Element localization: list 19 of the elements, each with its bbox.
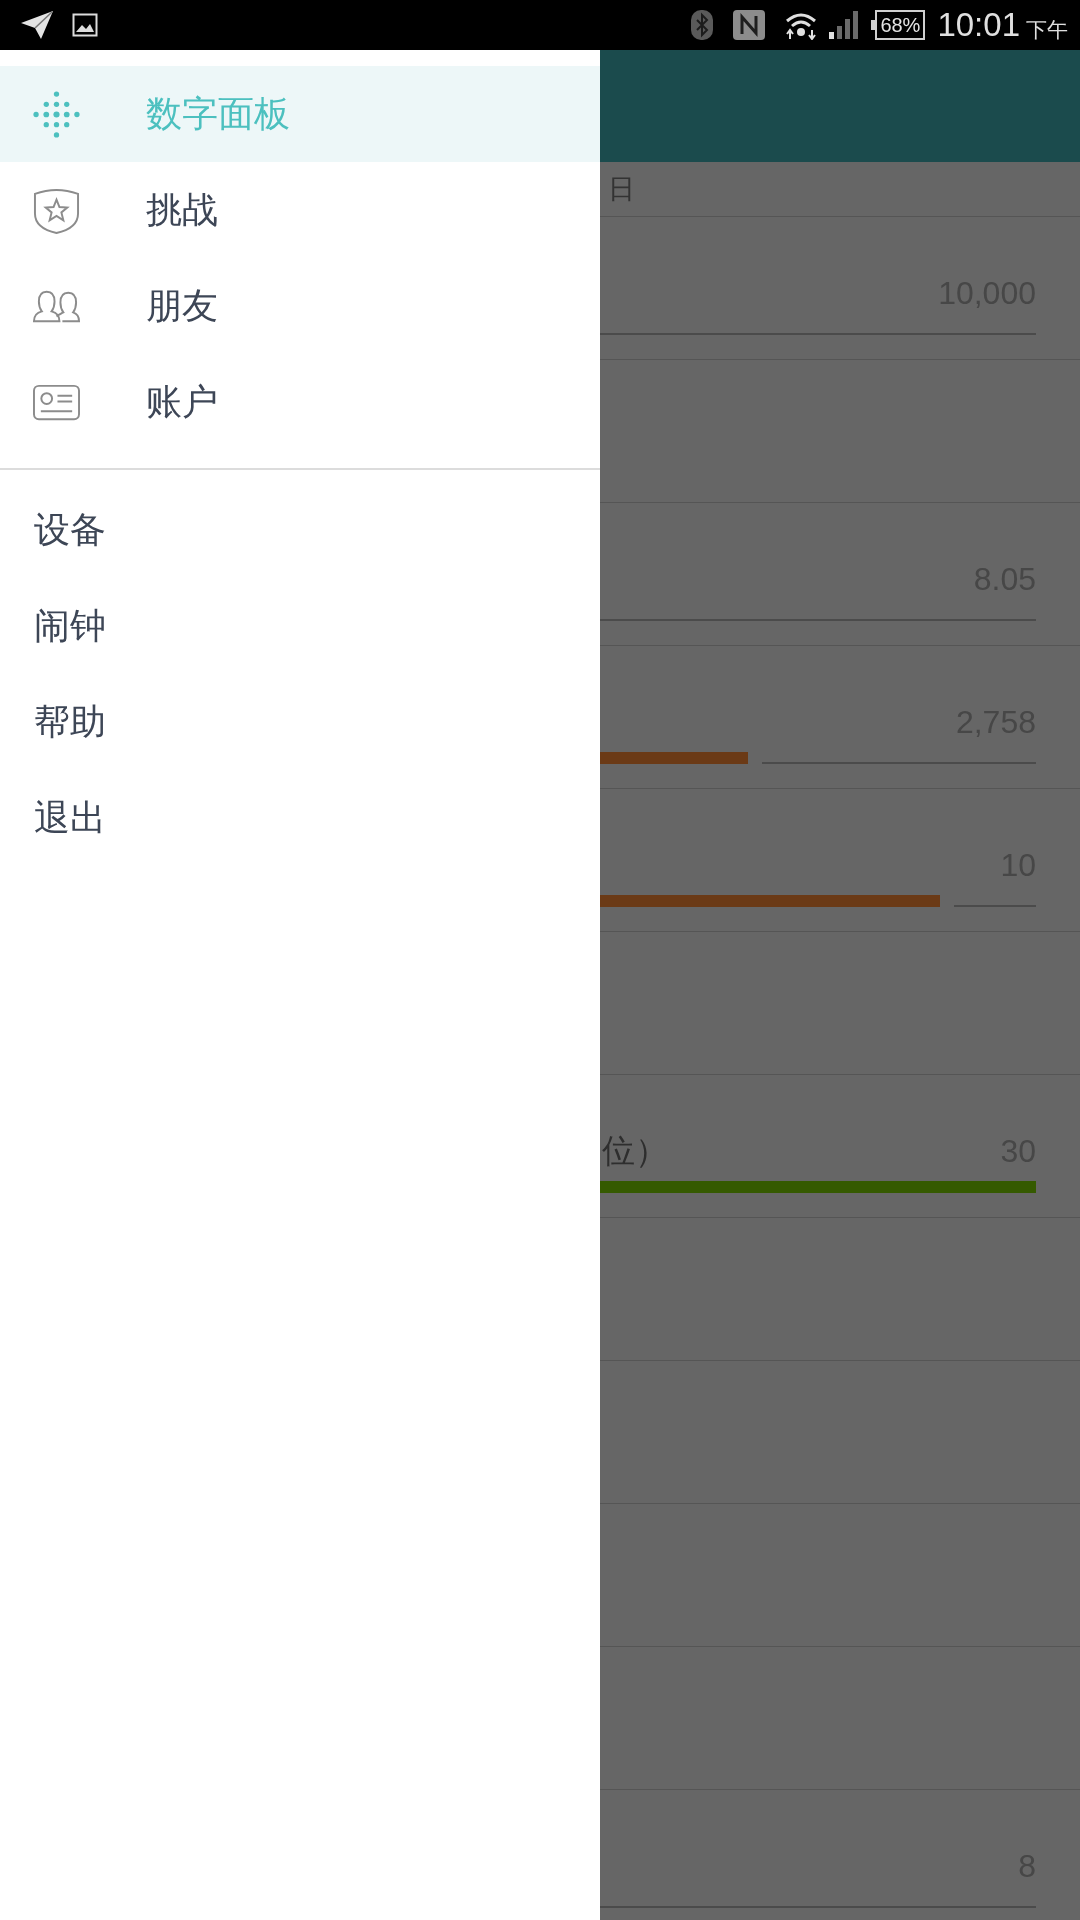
dots-logo-icon [33, 90, 80, 138]
paper-plane-icon [20, 10, 54, 40]
clock-time: 10:01 [937, 5, 1020, 45]
nfc-icon [733, 10, 766, 40]
menu-item[interactable]: 帮助 [0, 674, 600, 770]
menu-item[interactable]: 退出 [0, 770, 600, 866]
signal-bars-icon [829, 11, 860, 39]
menu-item[interactable]: 设备 [0, 482, 600, 578]
menu-item[interactable]: 朋友 [0, 258, 600, 354]
shield-star-icon [33, 186, 80, 234]
menu-item[interactable]: 闹钟 [0, 578, 600, 674]
row-label: 位） [602, 1131, 668, 1171]
menu-item[interactable]: 账户 [0, 354, 600, 450]
bluetooth-icon [691, 10, 714, 40]
image-icon [72, 13, 98, 37]
clock-period: 下午 [1026, 17, 1068, 43]
battery-percent: 68% [880, 14, 921, 36]
wifi-icon [785, 10, 818, 40]
menu-item[interactable]: 挑战 [0, 162, 600, 258]
